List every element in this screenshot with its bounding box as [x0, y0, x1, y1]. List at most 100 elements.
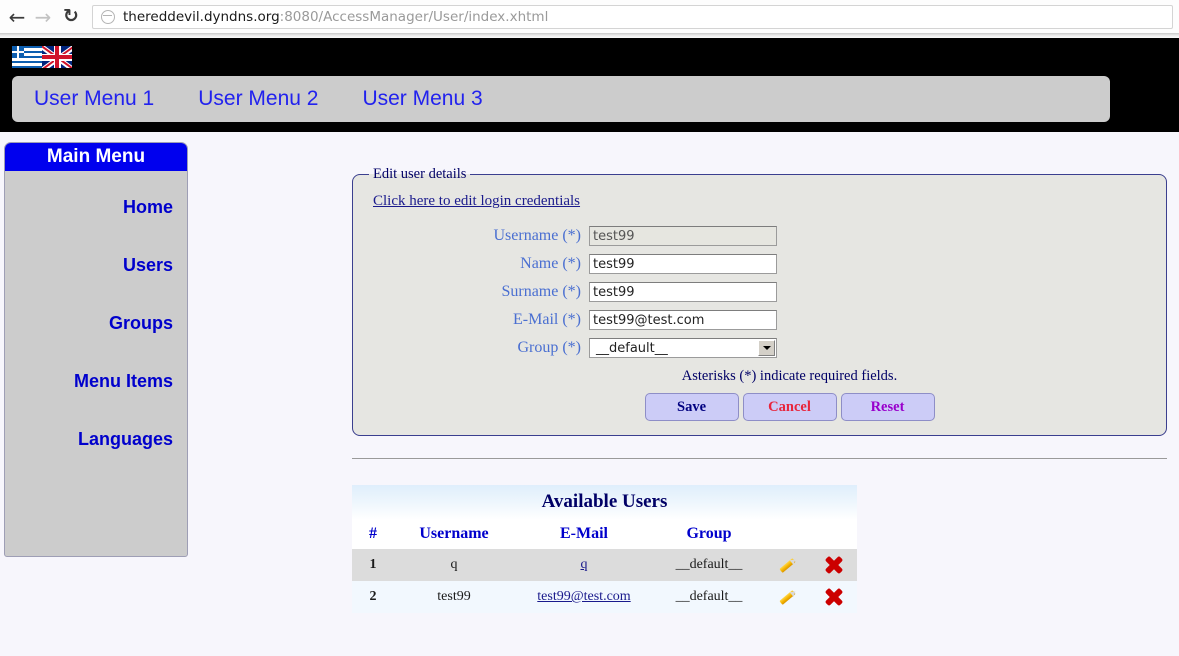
delete-x-icon[interactable]	[824, 587, 844, 607]
group-label-text: Group	[517, 339, 559, 356]
address-path: :8080/AccessManager/User/index.xhtml	[279, 8, 549, 25]
column-header-group: Group	[654, 520, 764, 549]
row-index: 2	[352, 581, 394, 613]
sidebar-item-list: Home Users Groups Menu Items Languages	[5, 171, 187, 450]
sidebar-item-label[interactable]: Groups	[109, 313, 173, 333]
table-caption: Available Users	[352, 485, 857, 520]
group-select[interactable]: __default__	[589, 338, 777, 358]
sidebar-item-home[interactable]: Home	[5, 197, 187, 218]
required-marker: (*)	[562, 283, 581, 300]
address-bar-text: thereddevil.dyndns.org:8080/AccessManage…	[123, 9, 548, 25]
required-fields-note: Asterisks (*) indicate required fields.	[681, 368, 898, 384]
language-flags	[12, 46, 72, 68]
email-field-wrap	[589, 310, 777, 330]
row-email-link[interactable]: q	[581, 557, 588, 572]
required-marker: (*)	[562, 311, 581, 328]
row-email-cell: q	[514, 549, 654, 581]
back-arrow-icon[interactable]: ←	[4, 4, 30, 30]
form-row-surname: Surname (*)	[363, 282, 1156, 302]
edit-pencil-icon[interactable]	[777, 555, 797, 575]
section-divider	[352, 458, 1167, 459]
email-label-text: E-Mail	[513, 311, 559, 328]
edit-login-credentials-link[interactable]: Click here to edit login credentials	[373, 193, 580, 210]
form-row-email: E-Mail (*)	[363, 310, 1156, 330]
edit-user-details-panel: Edit user details Click here to edit log…	[352, 166, 1167, 436]
form-buttons: Save Cancel Reset	[363, 393, 1156, 421]
sidebar-item-label[interactable]: Menu Items	[74, 371, 173, 391]
column-header-email: E-Mail	[514, 520, 654, 549]
sidebar-item-groups[interactable]: Groups	[5, 313, 187, 334]
form-row-username: Username (*)	[363, 226, 1156, 246]
sidebar-item-label[interactable]: Languages	[78, 429, 173, 449]
email-label: E-Mail (*)	[363, 311, 589, 329]
row-username: q	[394, 549, 514, 581]
column-header-username: Username	[394, 520, 514, 549]
save-button[interactable]: Save	[644, 393, 739, 421]
browser-toolbar: ← → ↻ thereddevil.dyndns.org:8080/Access…	[0, 0, 1179, 33]
row-group: __default__	[654, 581, 764, 613]
row-group: __default__	[654, 549, 764, 581]
surname-label-text: Surname	[501, 283, 559, 300]
row-edit-cell[interactable]	[764, 581, 810, 613]
address-bar[interactable]: thereddevil.dyndns.org:8080/AccessManage…	[92, 4, 1173, 29]
name-input[interactable]	[589, 254, 777, 274]
required-marker: (*)	[562, 227, 581, 244]
chevron-down-icon[interactable]	[758, 340, 775, 356]
form-row-name: Name (*)	[363, 254, 1156, 274]
user-menu-1-link[interactable]: User Menu 1	[34, 87, 154, 111]
row-index: 1	[352, 549, 394, 581]
delete-x-icon[interactable]	[824, 555, 844, 575]
row-email-link[interactable]: test99@test.com	[537, 589, 630, 604]
user-menu-3-link[interactable]: User Menu 3	[362, 87, 482, 111]
sidebar-title: Main Menu	[5, 143, 187, 171]
row-username: test99	[394, 581, 514, 613]
table-row: 2 test99 test99@test.com __default__	[352, 581, 857, 613]
user-menu-bar: User Menu 1 User Menu 2 User Menu 3	[12, 76, 1110, 122]
form-row-group: Group (*) __default__	[363, 338, 1156, 358]
row-delete-cell[interactable]	[810, 581, 857, 613]
sidebar-item-label[interactable]: Users	[123, 255, 173, 275]
available-users-table: Available Users # Username E-Mail Group	[352, 485, 857, 613]
row-edit-cell[interactable]	[764, 549, 810, 581]
globe-icon	[101, 9, 115, 24]
group-field-wrap: __default__	[589, 338, 777, 358]
sidebar-item-menu-items[interactable]: Menu Items	[5, 371, 187, 392]
name-label-text: Name	[520, 255, 559, 272]
sidebar-item-languages[interactable]: Languages	[5, 429, 187, 450]
required-marker: (*)	[562, 339, 581, 356]
group-select-value: __default__	[596, 340, 668, 356]
row-email-cell: test99@test.com	[514, 581, 654, 613]
cancel-button[interactable]: Cancel	[742, 393, 837, 421]
address-host: thereddevil.dyndns.org	[123, 8, 280, 25]
column-header-edit	[764, 520, 810, 549]
greek-flag-icon[interactable]	[12, 46, 42, 68]
row-delete-cell[interactable]	[810, 549, 857, 581]
uk-flag-icon[interactable]	[42, 46, 72, 68]
main-content: Edit user details Click here to edit log…	[352, 166, 1167, 613]
email-input[interactable]	[589, 310, 777, 330]
required-marker: (*)	[562, 255, 581, 272]
column-header-delete	[810, 520, 857, 549]
reload-icon[interactable]: ↻	[58, 4, 84, 30]
user-menu-2-link[interactable]: User Menu 2	[198, 87, 318, 111]
username-input[interactable]	[589, 226, 777, 246]
main-menu-sidebar: Main Menu Home Users Groups Menu Items L…	[4, 142, 188, 557]
column-header-index: #	[352, 520, 394, 549]
forward-arrow-icon: →	[34, 4, 52, 29]
edit-pencil-icon[interactable]	[777, 587, 797, 607]
surname-field-wrap	[589, 282, 777, 302]
name-field-wrap	[589, 254, 777, 274]
group-label: Group (*)	[363, 339, 589, 357]
available-users-section: Available Users # Username E-Mail Group	[352, 485, 857, 613]
user-form: Username (*) Name (*)	[363, 226, 1156, 358]
username-field-wrap	[589, 226, 777, 246]
top-banner: User Menu 1 User Menu 2 User Menu 3	[0, 38, 1179, 132]
sidebar-item-users[interactable]: Users	[5, 255, 187, 276]
username-label: Username (*)	[363, 227, 589, 245]
name-label: Name (*)	[363, 255, 589, 273]
surname-input[interactable]	[589, 282, 777, 302]
reset-button[interactable]: Reset	[840, 393, 935, 421]
table-row: 1 q q __default__	[352, 549, 857, 581]
sidebar-item-label[interactable]: Home	[123, 197, 173, 217]
surname-label: Surname (*)	[363, 283, 589, 301]
